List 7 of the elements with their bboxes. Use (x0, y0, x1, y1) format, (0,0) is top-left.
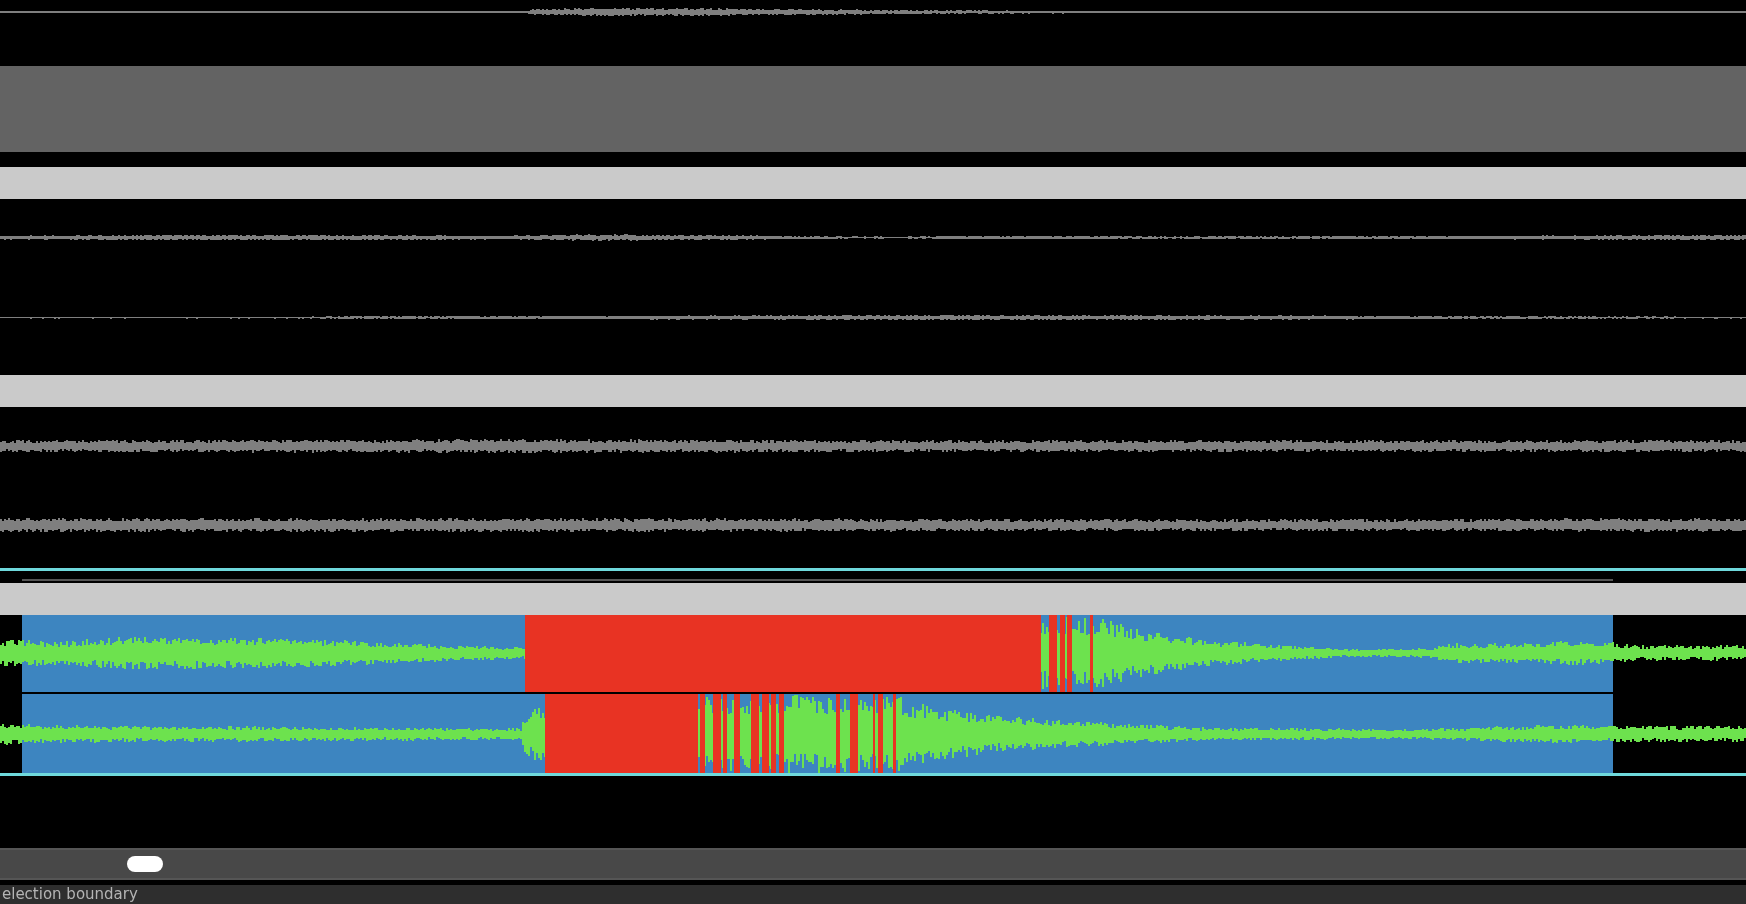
scrollbar-thumb[interactable] (127, 856, 163, 872)
clip-header[interactable] (0, 375, 1746, 407)
empty-track[interactable] (0, 66, 1746, 152)
status-text: election boundary (2, 885, 138, 904)
clip-header[interactable] (0, 583, 1746, 615)
horizontal-scrollbar[interactable] (0, 848, 1746, 880)
clip-header[interactable] (0, 167, 1746, 199)
